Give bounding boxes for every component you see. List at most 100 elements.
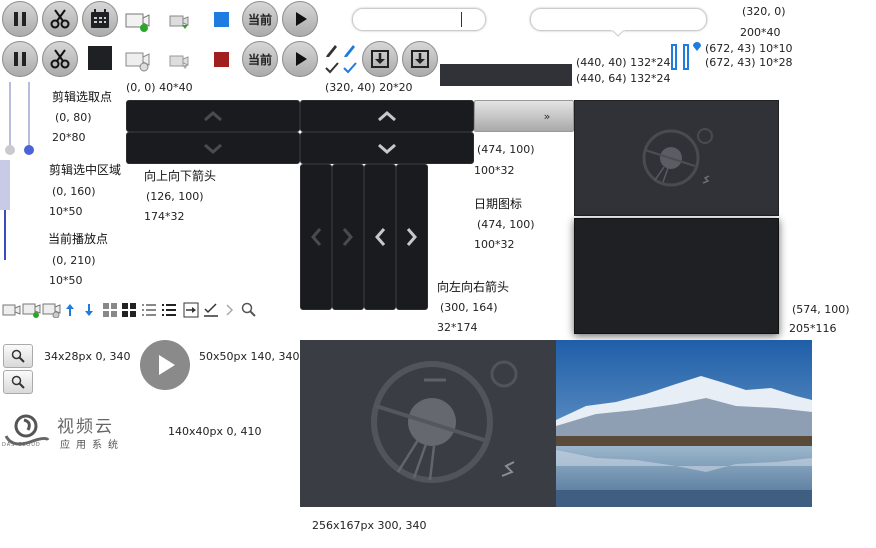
logo: 视频云 应用系统 DAS-CLOUD <box>0 410 140 451</box>
down-button-2[interactable] <box>300 132 474 164</box>
check-list-icon[interactable] <box>202 302 220 318</box>
left-button-1[interactable] <box>300 164 332 310</box>
label-174x32: 174*32 <box>144 210 185 223</box>
label-672-43-10: (672, 43) 10*10 <box>705 42 793 55</box>
current-button-2[interactable]: 当前 <box>242 41 278 77</box>
download-button[interactable] <box>362 41 398 77</box>
right-button-2[interactable] <box>396 164 428 310</box>
big-play-button[interactable] <box>140 340 190 390</box>
marker-icon[interactable] <box>692 42 702 52</box>
calendar-icon <box>91 9 109 28</box>
scissors-icon <box>50 49 70 69</box>
label-clip-select-area: 剪辑选中区域 <box>49 163 122 177</box>
label-00-4040: (0, 0) 40*40 <box>126 81 193 94</box>
label-clip-select-point: 剪辑选取点 <box>52 90 113 104</box>
chevron-right-small-icon[interactable] <box>224 302 236 318</box>
video-arrow-icon[interactable] <box>168 12 192 32</box>
mountain-photo <box>556 340 812 507</box>
clip-button[interactable] <box>42 1 78 37</box>
planet-icon <box>371 360 518 483</box>
calendar-button[interactable] <box>82 1 118 37</box>
video-add-small-icon[interactable] <box>22 302 42 318</box>
current-label: 当前 <box>247 52 272 67</box>
clip-handle-gray[interactable] <box>5 145 15 155</box>
chevron-right-icon <box>342 228 353 246</box>
label-coord-440-40: (440, 40) 132*24 <box>576 56 671 69</box>
scissors-icon <box>50 9 70 29</box>
label-size-200x40: 200*40 <box>740 26 781 39</box>
label-100x32-b: 100*32 <box>474 238 515 251</box>
import-icon[interactable] <box>182 302 200 318</box>
pause-button-2[interactable] <box>2 41 38 77</box>
label-474-100-a: (474, 100) <box>477 143 535 156</box>
label-126-100: (126, 100) <box>146 190 204 203</box>
pause-button[interactable] <box>2 1 38 37</box>
pencil-icon[interactable] <box>323 42 341 58</box>
search-button-2[interactable] <box>3 370 33 394</box>
current-label: 当前 <box>247 12 272 27</box>
grid-icon[interactable] <box>101 302 119 318</box>
time-input[interactable] <box>352 8 486 31</box>
video-add-icon[interactable] <box>125 8 151 34</box>
up-button-2[interactable] <box>300 100 474 132</box>
dark-square-icon[interactable] <box>88 46 112 70</box>
arrow-down-icon[interactable] <box>83 302 95 318</box>
chevron-right-icon <box>406 228 417 246</box>
play-icon <box>296 52 307 66</box>
video-remove-small-icon[interactable] <box>42 302 62 318</box>
label-0-210: (0, 210) <box>52 254 96 267</box>
left-button-2[interactable] <box>364 164 396 310</box>
video-placeholder-1 <box>574 100 779 216</box>
right-button-1[interactable] <box>332 164 364 310</box>
up-button-1[interactable] <box>126 100 300 132</box>
current-play-marker[interactable] <box>4 210 6 260</box>
chevron-up-icon <box>204 111 222 122</box>
logo-text: 视频云 <box>57 417 114 437</box>
arrow-up-icon[interactable] <box>64 302 76 318</box>
chevron-left-icon <box>311 228 322 246</box>
play-button-small-2[interactable] <box>282 41 318 77</box>
grid-dark-icon[interactable] <box>120 302 138 318</box>
label-32x174: 32*174 <box>437 321 478 334</box>
poster-placeholder <box>300 340 556 507</box>
video-remove-icon[interactable] <box>125 48 151 72</box>
label-logo-spec: 140x40px 0, 410 <box>168 425 262 438</box>
download-button-2[interactable] <box>402 41 438 77</box>
clip-slider-track[interactable] <box>9 82 11 152</box>
label-0-160: (0, 160) <box>52 185 96 198</box>
check-blue-icon[interactable] <box>341 60 359 76</box>
chevron-down-icon <box>204 143 222 154</box>
label-10x50-b: 10*50 <box>49 274 83 287</box>
label-672-43-28: (672, 43) 10*28 <box>705 56 793 69</box>
check-icon[interactable] <box>323 60 341 76</box>
search-button[interactable] <box>3 344 33 368</box>
list-dark-icon[interactable] <box>160 302 178 318</box>
pencil-blue-icon[interactable] <box>341 42 359 58</box>
label-coord-320-0: (320, 0) <box>742 5 786 18</box>
stop-red-icon[interactable] <box>214 52 229 67</box>
label-10x50-a: 10*50 <box>49 205 83 218</box>
chevron-left-icon <box>375 228 386 246</box>
clip-slider-track-2[interactable] <box>28 82 30 152</box>
logo-subtext: 应用系统 <box>60 440 124 451</box>
video-arrow-gray-icon[interactable] <box>168 52 192 72</box>
label-poster-spec: 256x167px 300, 340 <box>312 519 427 532</box>
next-button[interactable]: » <box>474 100 574 132</box>
play-button-small[interactable] <box>282 1 318 37</box>
stop-blue-icon[interactable] <box>214 12 229 27</box>
label-coord-440-64: (440, 64) 132*24 <box>576 72 671 85</box>
next-button-label: » <box>543 109 551 123</box>
search-icon[interactable] <box>241 302 257 318</box>
clip-button-2[interactable] <box>42 41 78 77</box>
label-search-spec: 34x28px 0, 340 <box>44 350 131 363</box>
video-icon-small[interactable] <box>2 302 22 318</box>
clip-selected-area[interactable] <box>0 160 10 210</box>
dark-bar <box>440 64 572 86</box>
download-icon <box>411 50 429 68</box>
current-button[interactable]: 当前 <box>242 1 278 37</box>
clip-handle-blue[interactable] <box>24 145 34 155</box>
down-button-1[interactable] <box>126 132 300 164</box>
list-icon[interactable] <box>140 302 158 318</box>
search-icon <box>11 375 25 389</box>
bracket-icon[interactable] <box>670 43 692 71</box>
